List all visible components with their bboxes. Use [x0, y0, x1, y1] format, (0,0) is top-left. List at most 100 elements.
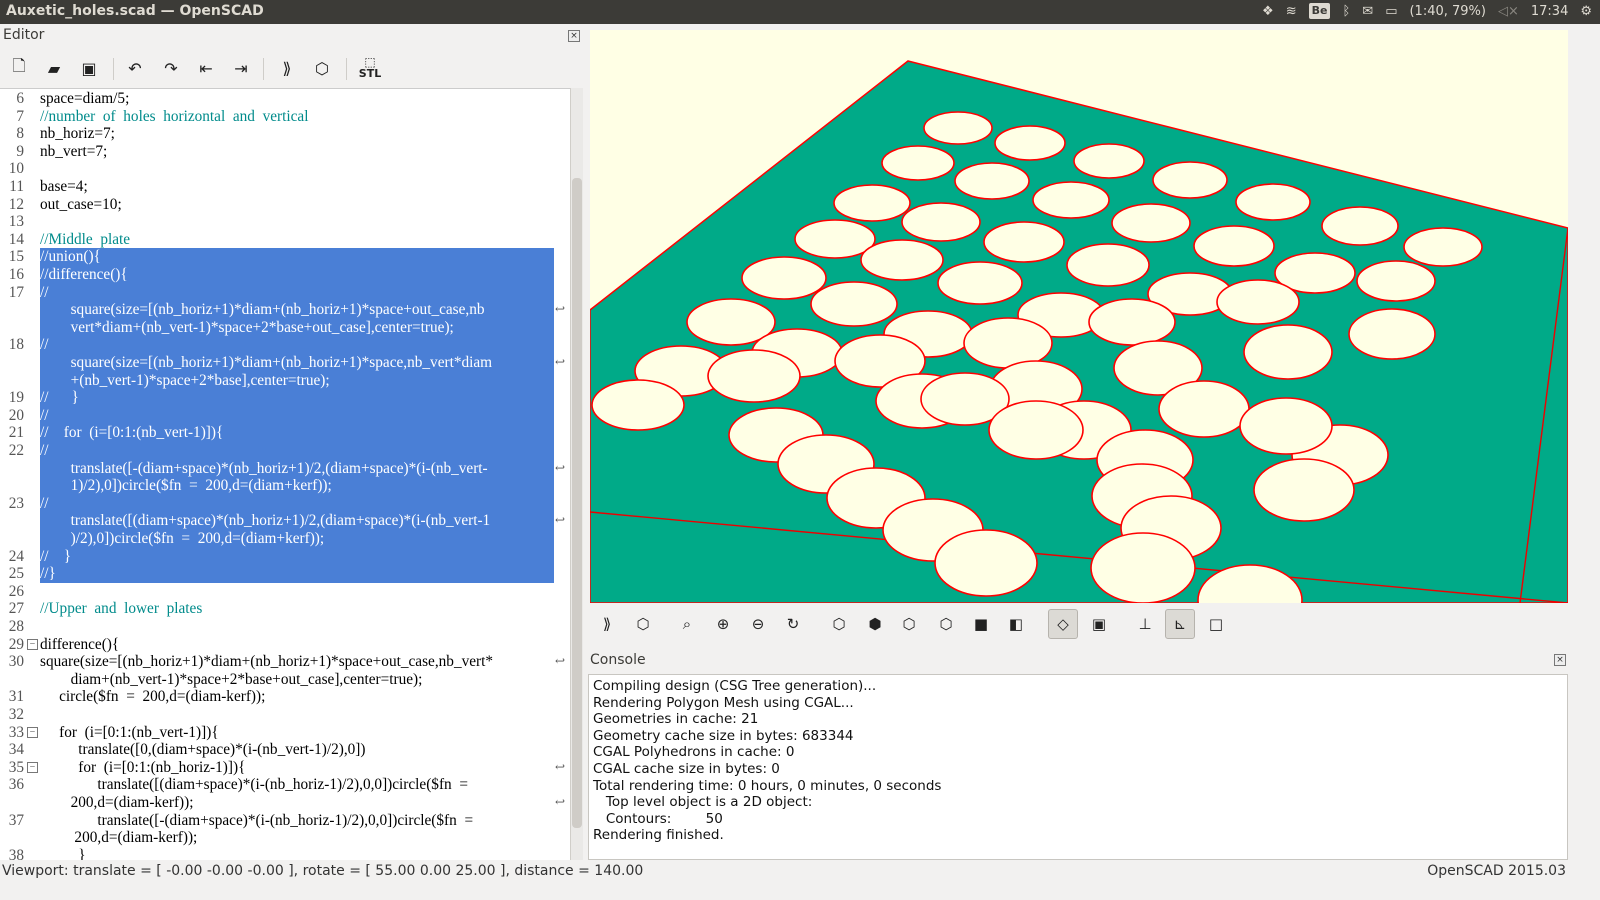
code-line[interactable]: //number of holes horizontal and vertica…	[40, 108, 568, 126]
view-all-icon[interactable]: ⌕	[672, 609, 702, 639]
mail-icon[interactable]: ✉	[1362, 4, 1373, 19]
render-icon[interactable]: ⬡	[307, 53, 337, 83]
window-edge	[1568, 24, 1600, 900]
code-line[interactable]: translate([0,(diam+space)*(i-(nb_vert-1)…	[40, 741, 568, 759]
preview-icon[interactable]: ⟫	[272, 53, 302, 83]
line-number: 29	[8, 635, 24, 653]
code-line[interactable]: for (i=[0:1:(nb_vert-1)]){	[40, 724, 568, 742]
code-line[interactable]: translate([-(diam+space)*(nb_horiz+1)/2,…	[40, 459, 554, 478]
keyboard-layout-indicator[interactable]: Be	[1308, 3, 1331, 19]
line-wrap-icon: ↩	[555, 795, 566, 809]
show-scale-icon[interactable]: ⊾	[1165, 609, 1195, 639]
battery-status[interactable]: (1:40, 79%)	[1409, 4, 1486, 19]
code-line[interactable]: translate([(diam+space)*(nb_horiz+1)/2,(…	[40, 512, 554, 531]
fold-marker-icon[interactable]: −	[27, 726, 38, 738]
open-file-icon[interactable]: ▰	[39, 53, 69, 83]
3d-viewport[interactable]	[590, 30, 1568, 603]
code-line[interactable]: translate([(diam+space)*(i-(nb_horiz-1)/…	[40, 776, 568, 794]
settings-gear-icon[interactable]: ⚙	[1580, 4, 1592, 19]
perspective-icon[interactable]: ◇	[1048, 609, 1078, 639]
zoom-in-icon[interactable]: ⊕	[708, 609, 738, 639]
scrollbar-thumb[interactable]	[572, 178, 582, 828]
hole	[954, 162, 1030, 200]
battery-icon[interactable]: ▭	[1385, 4, 1397, 19]
line-number: 10	[8, 160, 24, 178]
orthogonal-icon[interactable]: ▣	[1084, 609, 1114, 639]
code-line[interactable]: //}	[40, 565, 554, 584]
code-line[interactable]: //Upper and lower plates	[40, 600, 568, 618]
console-close-icon[interactable]: ×	[1554, 654, 1566, 666]
code-line[interactable]: out_case=10;	[40, 196, 568, 214]
code-editor[interactable]: 6 space=diam/5; 7 //number of holes horizon…	[0, 88, 570, 860]
code-line[interactable]: // for (i=[0:1:(nb_vert-1)]){	[40, 424, 554, 443]
line-number: 16	[8, 266, 24, 283]
export-stl-icon[interactable]: ⬚ STL	[355, 53, 385, 83]
code-line[interactable]: nb_vert=7;	[40, 143, 568, 161]
line-number: 25	[8, 565, 24, 583]
preview-view-icon[interactable]: ⟫	[592, 609, 622, 639]
save-icon[interactable]: ▣	[74, 53, 104, 83]
show-edges-icon[interactable]: □	[1201, 609, 1231, 639]
view-back-icon[interactable]: ◧	[1001, 609, 1031, 639]
view-left-icon[interactable]: ⬡	[931, 609, 961, 639]
code-line[interactable]: //	[40, 442, 554, 460]
fold-marker-icon[interactable]: −	[27, 761, 38, 773]
line-number: 7	[16, 107, 24, 125]
editor-scrollbar[interactable]	[570, 88, 583, 860]
code-line[interactable]: for (i=[0:1:(nb_horiz-1)]){	[40, 759, 568, 777]
code-line[interactable]: vert*diam+(nb_vert-1)*space+2*base+out_c…	[40, 318, 554, 337]
reset-view-icon[interactable]: ↻	[778, 609, 808, 639]
system-tray: ❖ ≋ Be ᛒ ✉ ▭ (1:40, 79%) ◁× 17:34 ⚙	[1262, 3, 1592, 19]
unindent-icon[interactable]: ⇤	[191, 53, 221, 83]
editor-close-icon[interactable]: ×	[568, 30, 580, 42]
fold-marker-icon[interactable]: −	[27, 638, 38, 650]
code-line[interactable]: translate([-(diam+space)*(i-(nb_horiz-1)…	[40, 812, 568, 830]
view-top-icon[interactable]: ⬢	[860, 609, 890, 639]
dropbox-icon[interactable]: ❖	[1262, 4, 1274, 19]
hole	[1152, 161, 1228, 199]
volume-muted-icon[interactable]: ◁×	[1498, 4, 1519, 19]
code-line[interactable]: square(size=[(nb_horiz+1)*diam+(nb_horiz…	[40, 354, 554, 372]
undo-icon[interactable]: ↶	[120, 53, 150, 83]
code-line[interactable]: )/2),0])circle($fn = 200,d=(diam+kerf));	[40, 530, 554, 548]
code-line[interactable]: // }	[40, 389, 554, 408]
code-line[interactable]: //union(){	[40, 248, 554, 267]
zoom-out-icon[interactable]: ⊖	[743, 609, 773, 639]
code-line[interactable]: square(size=[(nb_horiz+1)*diam+(nb_horiz…	[40, 301, 554, 320]
hole	[923, 111, 993, 145]
render-view-icon[interactable]: ⬡	[628, 609, 658, 639]
console-output[interactable]: Compiling design (CSG Tree generation)..…	[588, 674, 1568, 860]
code-line[interactable]: // }	[40, 547, 554, 566]
indent-icon[interactable]: ⇥	[226, 53, 256, 83]
code-line[interactable]: diam+(nb_vert-1)*space+2*base+out_case],…	[40, 671, 568, 689]
code-line[interactable]: //	[40, 494, 554, 513]
code-line[interactable]: square(size=[(nb_horiz+1)*diam+(nb_horiz…	[40, 653, 568, 671]
redo-icon[interactable]: ↷	[156, 53, 186, 83]
code-line[interactable]: 200,d=(diam-kerf));	[40, 794, 568, 812]
code-line[interactable]: nb_horiz=7;	[40, 125, 568, 143]
hole	[1243, 324, 1333, 380]
code-line[interactable]: circle($fn = 200,d=(diam-kerf));	[40, 688, 568, 706]
code-line[interactable]: //difference(){	[40, 266, 554, 284]
code-line[interactable]: space=diam/5;	[40, 90, 568, 108]
code-line[interactable]: //Middle plate	[40, 231, 568, 249]
view-front-icon[interactable]: ■	[966, 609, 996, 639]
wifi-icon[interactable]: ≋	[1286, 4, 1297, 19]
hole	[901, 202, 981, 242]
code-line[interactable]: base=4;	[40, 178, 568, 196]
bluetooth-icon[interactable]: ᛒ	[1342, 4, 1350, 19]
code-line[interactable]: 1)/2),0])circle($fn = 200,d=(diam+kerf))…	[40, 477, 554, 496]
clock[interactable]: 17:34	[1531, 4, 1568, 19]
show-axes-icon[interactable]: ⊥	[1130, 609, 1160, 639]
code-line[interactable]: //	[40, 336, 554, 355]
new-file-icon[interactable]: 🗋	[4, 53, 34, 83]
code-line[interactable]: +(nb_vert-1)*space+2*base],center=true);	[40, 371, 554, 390]
code-line[interactable]: //	[40, 406, 554, 425]
code-line[interactable]: }	[40, 847, 568, 860]
code-line[interactable]: 200,d=(diam-kerf));	[40, 829, 568, 847]
code-line[interactable]: //	[40, 283, 554, 302]
view-bottom-icon[interactable]: ⬡	[894, 609, 924, 639]
code-line[interactable]: difference(){	[40, 636, 568, 654]
line-number: 30	[8, 653, 24, 671]
view-right-icon[interactable]: ⬡	[824, 609, 854, 639]
